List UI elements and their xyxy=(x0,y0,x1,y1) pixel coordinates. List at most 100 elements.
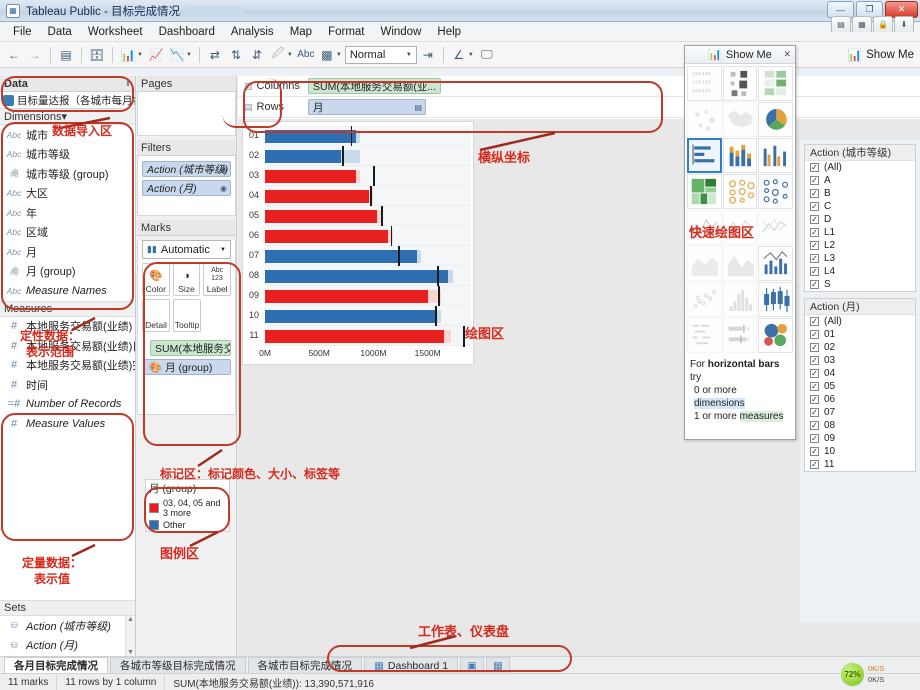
highlight-icon[interactable]: ▩ xyxy=(317,45,337,65)
checkbox-checked-icon[interactable]: ✓ xyxy=(810,317,819,326)
show-me-heat-map[interactable] xyxy=(722,66,758,101)
sheet-grid-tab[interactable]: ▦ xyxy=(852,16,872,32)
checkbox-checked-icon[interactable]: ✓ xyxy=(810,460,819,469)
rows-shelf[interactable]: ▤ Rows 月 ▤ xyxy=(238,97,920,118)
checkbox-checked-icon[interactable]: ✓ xyxy=(810,395,819,404)
rows-pill-sort-icon[interactable]: ▤ xyxy=(414,103,422,112)
show-me-area-discrete[interactable] xyxy=(722,246,758,281)
swap-rows-columns-icon[interactable]: ⇄ xyxy=(205,45,225,65)
show-me-stacked-bars[interactable] xyxy=(722,138,758,173)
menu-worksheet[interactable]: Worksheet xyxy=(81,24,150,40)
filter-item[interactable]: ✓ L4 xyxy=(805,265,915,278)
menu-format[interactable]: Format xyxy=(321,24,371,40)
checkbox-checked-icon[interactable]: ✓ xyxy=(810,343,819,352)
show-me-lines-continuous[interactable] xyxy=(687,210,722,245)
menu-window[interactable]: Window xyxy=(373,24,428,40)
filter-item[interactable]: ✓ (All) xyxy=(805,161,915,174)
worksheet-tab-monthly[interactable]: 各月目标完成情况 xyxy=(4,657,108,673)
show-me-treemap[interactable] xyxy=(687,174,722,209)
sort-ascending-icon[interactable]: ⇅ xyxy=(226,45,246,65)
chart-bar[interactable] xyxy=(265,129,357,143)
filter-item[interactable]: ✓ 07 xyxy=(805,406,915,419)
close-icon[interactable]: ✕ xyxy=(783,49,791,60)
back-arrow-icon[interactable]: ← xyxy=(4,45,24,65)
dimension-field[interactable]: 🖇 月 (group) xyxy=(0,262,135,282)
show-me-histogram[interactable] xyxy=(722,282,758,317)
chart-bar[interactable] xyxy=(265,269,449,283)
size-button[interactable]: ◑ Size xyxy=(172,263,201,296)
show-me-horizontal-bars[interactable] xyxy=(687,138,722,173)
checkbox-checked-icon[interactable]: ✓ xyxy=(810,408,819,417)
duplicate-worksheet-icon[interactable]: 📈 xyxy=(146,45,166,65)
save-icon[interactable]: ▤ xyxy=(56,45,76,65)
filter-item[interactable]: ✓ 05 xyxy=(805,380,915,393)
filter-item[interactable]: ✓ B xyxy=(805,187,915,200)
show-me-scatter-plot[interactable] xyxy=(687,282,722,317)
show-me-symbol-map[interactable] xyxy=(687,102,722,137)
chart-bar[interactable] xyxy=(265,189,370,203)
columns-pill[interactable]: SUM(本地服务交易额(业... xyxy=(308,78,442,94)
chart-bar[interactable] xyxy=(265,149,341,163)
menu-help[interactable]: Help xyxy=(430,24,468,40)
group-caret-icon[interactable]: ▼ xyxy=(287,52,293,58)
menu-map[interactable]: Map xyxy=(283,24,319,40)
menu-dashboard[interactable]: Dashboard xyxy=(152,24,222,40)
measure-field[interactable]: =# Number of Records xyxy=(0,395,135,415)
data-source-item[interactable]: 目标量达报（各城市每月各品... xyxy=(0,92,135,109)
tooltip-button[interactable]: Tooltip xyxy=(173,299,201,332)
lock-tab[interactable]: 🔒 xyxy=(873,16,893,32)
clear-sheet-icon[interactable]: 📉 xyxy=(167,45,187,65)
dimension-field[interactable]: Abc 城市 xyxy=(0,125,135,145)
show-me-gantt[interactable] xyxy=(687,318,722,353)
sort-descending-icon[interactable]: ⇵ xyxy=(247,45,267,65)
measure-field[interactable]: # 时间 xyxy=(0,375,135,395)
checkbox-checked-icon[interactable]: ✓ xyxy=(810,382,819,391)
filter-item[interactable]: ✓ 09 xyxy=(805,432,915,445)
show-me-highlight-table[interactable] xyxy=(758,66,793,101)
format-icon[interactable]: ∠ xyxy=(449,45,469,65)
dimension-field[interactable]: Abc 大区 xyxy=(0,184,135,204)
filter-item[interactable]: ✓ D xyxy=(805,213,915,226)
filter-item[interactable]: ✓ C xyxy=(805,200,915,213)
new-worksheet-tab-button[interactable]: ▣ xyxy=(460,657,484,673)
show-me-packed-bubbles[interactable] xyxy=(758,318,793,353)
fix-axes-icon[interactable]: ⇥ xyxy=(418,45,438,65)
data-pane-sort-icon[interactable]: ⇕ xyxy=(125,80,131,88)
checkbox-checked-icon[interactable]: ✓ xyxy=(810,421,819,430)
checkbox-checked-icon[interactable]: ✓ xyxy=(810,356,819,365)
checkbox-checked-icon[interactable]: ✓ xyxy=(810,202,819,211)
label-button[interactable]: Abc 123 Label xyxy=(203,263,232,296)
chart-bar[interactable] xyxy=(265,249,417,263)
format-caret-icon[interactable]: ▼ xyxy=(468,52,474,58)
filter-dropdown-icon[interactable]: ◉ xyxy=(220,165,227,174)
color-button[interactable]: 🎨 Color xyxy=(142,263,170,296)
show-me-area-continuous[interactable] xyxy=(687,246,722,281)
new-data-source-icon[interactable]: 🗄 xyxy=(87,45,107,65)
legend-item[interactable]: Other xyxy=(146,519,229,531)
filters-dropzone[interactable]: Action (城市等级) ◉ Action (月) ◉ xyxy=(137,156,236,216)
legend-item[interactable]: 03, 04, 05 and 3 more xyxy=(146,497,229,519)
measure-field[interactable]: # 本地服务交易额(业绩)完成率 xyxy=(0,356,135,376)
dimension-field[interactable]: Abc Measure Names xyxy=(0,281,135,301)
dimensions-sort-icon[interactable]: ▾ xyxy=(61,110,67,123)
fit-select[interactable]: Normal ▼ xyxy=(344,45,417,64)
rows-pill[interactable]: 月 ▤ xyxy=(308,99,426,115)
marks-type-select[interactable]: ▮▮ Automatic ▼ xyxy=(142,240,231,259)
dashboard-tab-1[interactable]: ▦ Dashboard 1 xyxy=(364,657,459,673)
dimension-field[interactable]: Abc 年 xyxy=(0,203,135,223)
show-me-lines-discrete[interactable] xyxy=(722,210,758,245)
chart-bar[interactable] xyxy=(265,169,357,183)
show-me-text-table[interactable]: 123 123 123 123 123 123 xyxy=(687,66,722,101)
checkbox-checked-icon[interactable]: ✓ xyxy=(810,434,819,443)
forward-arrow-icon[interactable]: → xyxy=(25,45,45,65)
filter-item[interactable]: ✓ 08 xyxy=(805,419,915,432)
set-field[interactable]: ⛁ Action (月) xyxy=(0,636,135,656)
mark-pill-sum-measure[interactable]: SUM(本地服务交易... xyxy=(150,340,231,356)
group-members-icon[interactable]: 🖉 xyxy=(268,45,288,65)
show-me-bullet-graph[interactable] xyxy=(722,318,758,353)
checkbox-checked-icon[interactable]: ✓ xyxy=(810,228,819,237)
measure-field[interactable]: # Measure Values xyxy=(0,414,135,434)
dimension-field[interactable]: Abc 区域 xyxy=(0,223,135,243)
filter-item[interactable]: ✓ 01 xyxy=(805,328,915,341)
show-me-dual-lines[interactable] xyxy=(758,210,793,245)
